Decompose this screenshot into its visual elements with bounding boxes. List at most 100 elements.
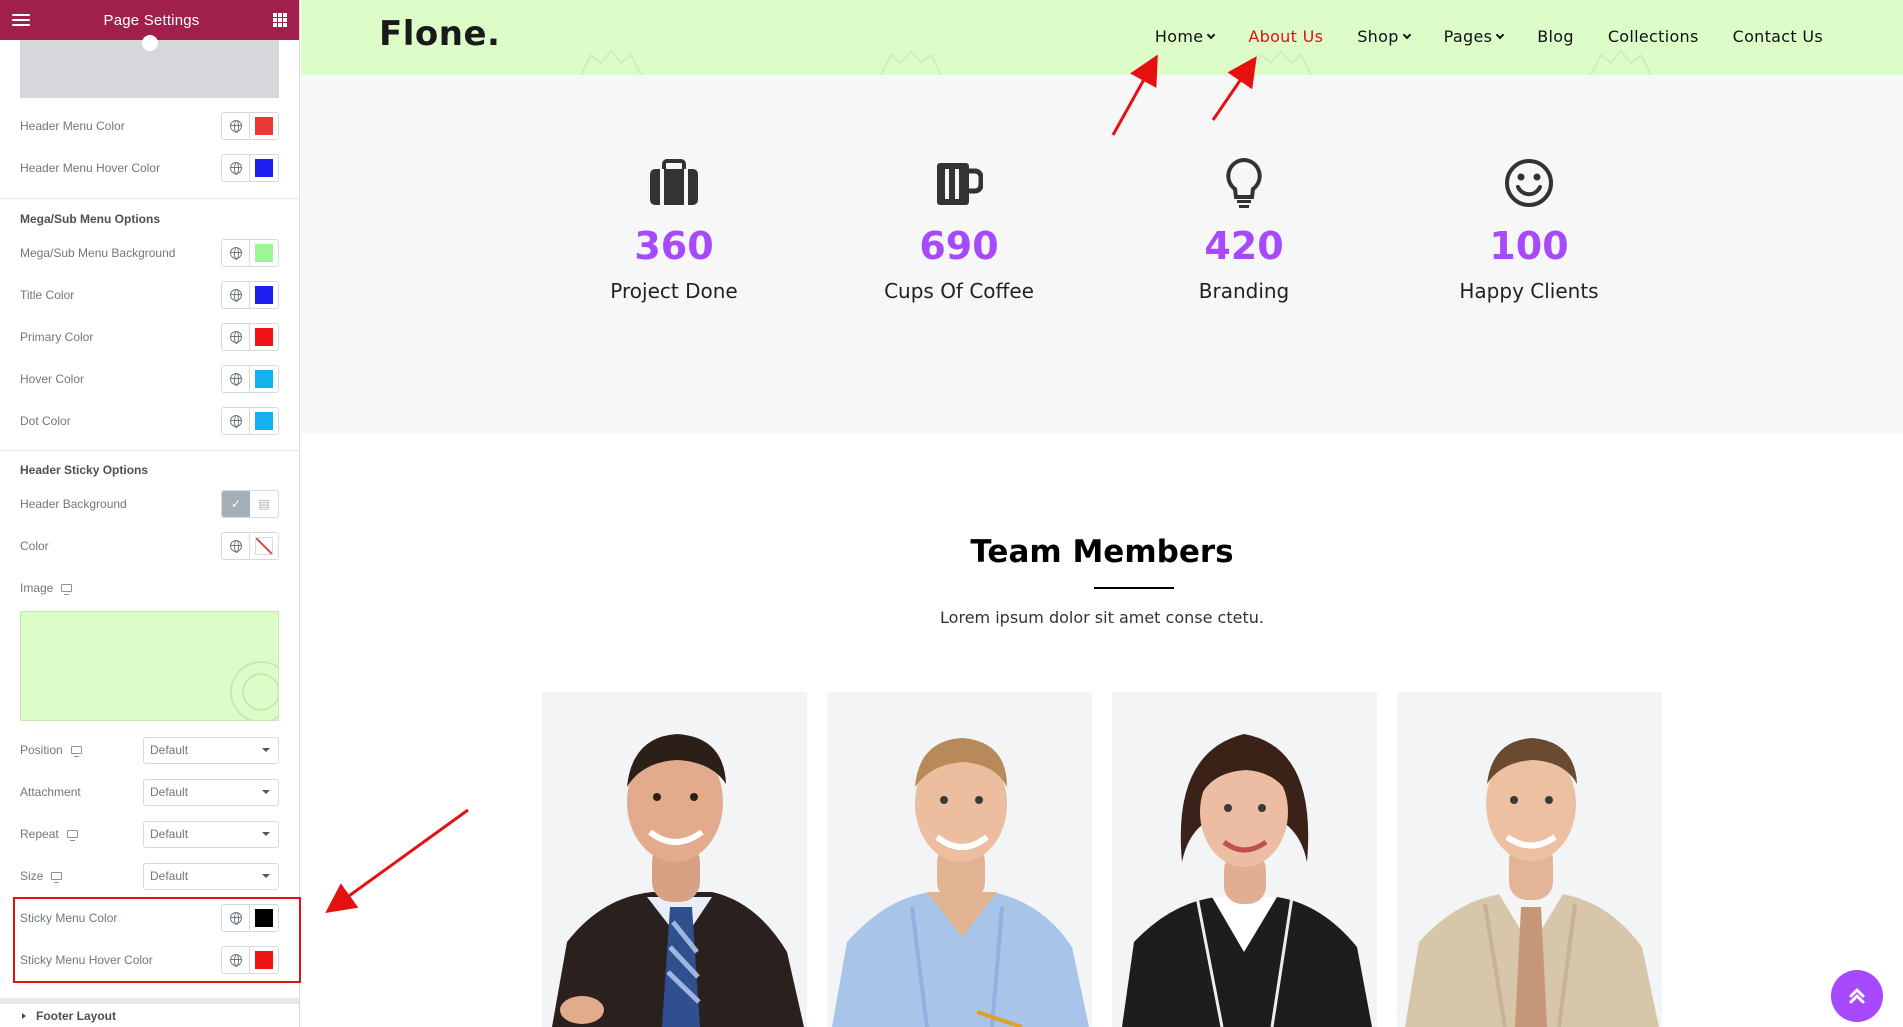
stat-number: 360 [634,224,714,268]
color-picker[interactable] [221,154,279,182]
global-colors-icon[interactable] [222,240,250,266]
desktop-icon [51,872,63,883]
desktop-icon [70,746,82,757]
color-picker[interactable] [221,112,279,140]
chevron-down-icon [1402,30,1411,40]
nav-home[interactable]: Home [1155,27,1216,46]
stat-project-done: 360 Project Done [554,155,794,303]
stat-caption: Branding [1198,279,1290,303]
nav-about-us[interactable]: About Us [1248,27,1323,46]
chevron-down-icon [1496,30,1505,40]
control-label: Primary Color [20,330,94,344]
color-picker[interactable] [221,281,279,309]
nav-collections[interactable]: Collections [1608,27,1699,46]
gradient-icon[interactable]: ▤ [250,491,278,517]
section-divider [0,198,299,199]
team-section-subtitle: Lorem ipsum dolor sit amet conse ctetu. [940,608,1264,627]
global-colors-icon[interactable] [222,324,250,350]
team-member-photo [552,734,804,1027]
color-picker[interactable] [221,239,279,267]
header-image-preview[interactable] [20,35,279,98]
global-colors-icon[interactable] [222,282,250,308]
control-label: Image [20,581,73,595]
color-swatch[interactable] [250,408,278,434]
site-header: Flone. Home About Us Shop Pages Blog Col… [301,0,1903,75]
color-swatch[interactable] [250,324,278,350]
header-background-control: Header Background ✓ ▤ [20,488,279,520]
color-picker[interactable] [221,532,279,560]
position-select[interactable]: Default [143,736,279,764]
panel-title: Page Settings [103,11,200,29]
caret-down-icon [262,874,270,878]
control-label: Mega/Sub Menu Background [20,246,176,260]
global-colors-icon[interactable] [222,533,250,559]
dot-color-control: Dot Color [20,405,279,437]
size-select[interactable]: Default [143,862,279,890]
hamburger-menu-icon[interactable] [12,14,30,26]
page-settings-panel: Page Settings Header Menu Color Header M… [0,0,300,1027]
stat-happy-clients: 100 Happy Clients [1409,155,1649,303]
double-chevron-up-icon [1849,988,1865,1004]
control-label: Repeat [20,827,78,841]
mega-menu-background-control: Mega/Sub Menu Background [20,237,279,269]
panel-header: Page Settings [0,0,299,40]
color-picker[interactable] [221,407,279,435]
sticky-image-preview[interactable] [20,611,279,721]
header-menu-color-control: Header Menu Color [20,110,279,142]
caret-down-icon [262,790,270,794]
stat-caption: Cups Of Coffee [884,279,1034,303]
nav-contact-us[interactable]: Contact Us [1733,27,1823,46]
color-swatch[interactable] [250,155,278,181]
attachment-control: Attachment Default [20,776,279,808]
team-member-card[interactable] [827,692,1092,1027]
stat-cups-of-coffee: 690 Cups Of Coffee [839,155,1079,303]
stat-number: 690 [919,224,999,268]
color-swatch-empty[interactable] [250,533,278,559]
team-member-card[interactable] [1397,692,1662,1027]
site-logo[interactable]: Flone. [379,14,500,54]
info-icon [141,35,158,51]
nav-pages[interactable]: Pages [1444,27,1505,46]
control-label: Position [20,743,82,757]
global-colors-icon[interactable] [222,155,250,181]
team-member-photo [1122,734,1372,1027]
primary-color-control: Primary Color [20,321,279,353]
stat-number: 100 [1489,224,1569,268]
global-colors-icon[interactable] [222,113,250,139]
classic-brush-icon[interactable]: ✓ [222,491,250,517]
repeat-select[interactable]: Default [143,820,279,848]
color-swatch[interactable] [250,366,278,392]
stat-caption: Project Done [610,279,738,303]
scroll-to-top-button[interactable] [1831,970,1883,1022]
global-colors-icon[interactable] [222,408,250,434]
footer-layout-section[interactable]: Footer Layout [0,998,299,1027]
title-underline [1094,587,1174,589]
mega-menu-section-title: Mega/Sub Menu Options [20,212,160,226]
control-label: Header Background [20,497,127,511]
control-label: Title Color [20,288,75,302]
team-member-card[interactable] [1112,692,1377,1027]
stat-caption: Happy Clients [1459,279,1599,303]
global-colors-icon[interactable] [222,366,250,392]
control-label: Attachment [20,785,81,799]
background-type-toggle[interactable]: ✓ ▤ [221,490,279,518]
caret-down-icon [262,832,270,836]
color-swatch[interactable] [250,240,278,266]
nav-blog[interactable]: Blog [1537,27,1574,46]
attachment-select[interactable]: Default [143,778,279,806]
color-swatch[interactable] [250,113,278,139]
color-picker[interactable] [221,365,279,393]
caret-right-icon [22,1012,26,1019]
control-label: Color [20,539,49,553]
team-member-photo [832,738,1089,1027]
control-label: Header Menu Hover Color [20,161,161,175]
stat-branding: 420 Branding [1124,155,1364,303]
color-swatch[interactable] [250,282,278,308]
widgets-grid-icon[interactable] [273,13,287,27]
sticky-section-title: Header Sticky Options [20,463,149,477]
hover-color-control: Hover Color [20,363,279,395]
caret-down-icon [262,748,270,752]
team-member-card[interactable] [542,692,807,1027]
nav-shop[interactable]: Shop [1357,27,1411,46]
color-picker[interactable] [221,323,279,351]
